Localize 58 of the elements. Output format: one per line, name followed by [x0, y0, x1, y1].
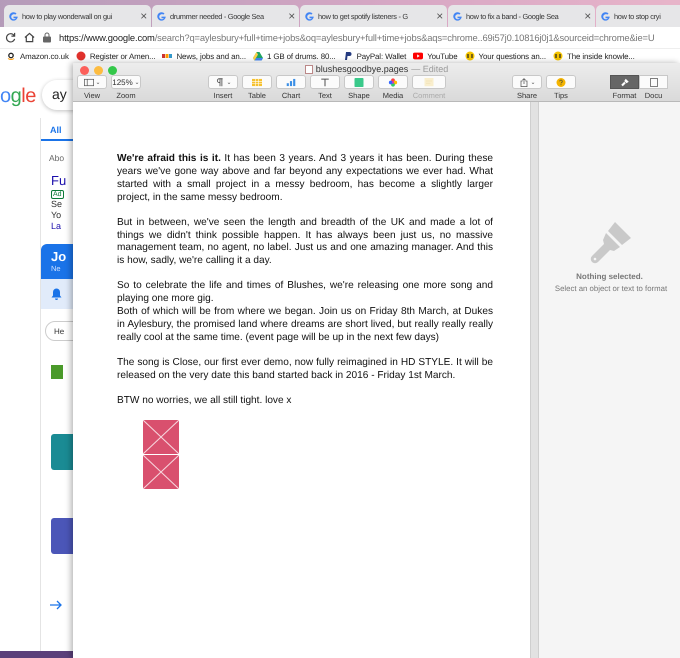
- lock-icon: [43, 32, 51, 43]
- google-icon: [156, 10, 167, 22]
- paragraph-text: The song is Close, our first ever demo, now fully reimagined in HD STYLE. It will be released on the very date this band started back in 2016 - Friday 1st March.: [117, 356, 493, 383]
- bell-icon[interactable]: [51, 288, 62, 300]
- jobs-title: Jo: [51, 249, 68, 264]
- inspector-title: Nothing selected.: [576, 272, 643, 281]
- triangle-icon: [252, 51, 263, 61]
- close-icon[interactable]: ×: [584, 9, 591, 23]
- table-icon: [252, 78, 262, 86]
- result-text: Se: [50, 199, 64, 210]
- close-button[interactable]: [80, 66, 89, 75]
- window-title: blushesgoodbye.pages: [316, 64, 408, 74]
- circle-icon: [76, 51, 86, 61]
- close-icon[interactable]: ×: [288, 9, 295, 23]
- note-icon: [424, 78, 434, 86]
- google-icon: [452, 10, 463, 22]
- arrow-icon[interactable]: [50, 600, 62, 610]
- share-icon: [518, 78, 528, 86]
- results-count-text: Abo: [48, 152, 66, 163]
- image-placeholder: [51, 434, 73, 470]
- url-field[interactable]: https://www.google.com/search?q=aylesbury+full+time+jobs&oq=aylesbury+full+time+jobs&aqs=chrome..69i57j0.10816j0j1&sourceid=chrome&ie=U: [59, 32, 654, 43]
- reload-icon[interactable]: [5, 32, 16, 43]
- home-icon[interactable]: [24, 32, 35, 43]
- square-icon: [354, 78, 364, 86]
- round-logo-icon: [552, 51, 563, 61]
- stripes-icon: [162, 51, 172, 61]
- p-letter-icon: [342, 51, 353, 61]
- bar-chart-icon: [286, 78, 296, 86]
- edited-status: — Edited: [411, 64, 448, 74]
- google-icon: [304, 10, 315, 22]
- result-title-link[interactable]: Fu: [41, 163, 73, 188]
- logo-text: ogle: [0, 85, 36, 108]
- google-icon: [600, 10, 611, 22]
- brush-icon: [620, 78, 630, 86]
- sidebar-icon: [84, 78, 94, 86]
- result-text: Yo: [50, 210, 62, 221]
- document-icon: [304, 64, 313, 74]
- paragraph-text: Both of which will be from where we began. Join us on Friday 8th March, at Dukes in Aylesbury, the promised land where dreams are short lived, but really really really really cool at the same time. (event page will be up in the next few days): [117, 306, 493, 345]
- photo-placeholder: [143, 454, 179, 488]
- t-letter-icon: [320, 78, 330, 86]
- paragraph-text: We're afraid this is it. It has been 3 years. And 3 years it has been. During these years we've gone way above and far beyond any expectations we ever had. What started with a small project in a messy bedroom, has become a slightly larger project, in the same messy bedroom.: [117, 153, 493, 205]
- pilcrow-icon: [214, 78, 224, 86]
- paragraph-text: So to celebrate the life and times of Blushes, we're releasing one more song and playing one more gig.: [117, 280, 493, 306]
- round-logo-icon: [464, 51, 474, 61]
- play-icon: [413, 51, 424, 61]
- google-icon: [8, 10, 19, 22]
- flower-icon: [388, 78, 398, 86]
- photo-placeholder: [143, 420, 179, 454]
- question-icon: [556, 78, 566, 86]
- image-placeholder: [51, 518, 73, 554]
- paragraph-text: But in between, we've seen the length and breadth of the UK and made a lot of things we didn't think possible happen. It has always been just us, no massive management team, no agent, no label. Just us and one amazing manager. And this is how, sadly, we're calling it a day.: [117, 216, 493, 268]
- search-field[interactable]: ay: [42, 80, 73, 110]
- result-text: La: [50, 221, 62, 232]
- document-icon: [648, 78, 658, 86]
- paragraph-text: BTW no worries, we all still tight. love x: [117, 394, 292, 408]
- logo-placeholder: [51, 365, 63, 379]
- close-icon[interactable]: ×: [140, 9, 147, 23]
- close-icon[interactable]: ×: [436, 9, 443, 23]
